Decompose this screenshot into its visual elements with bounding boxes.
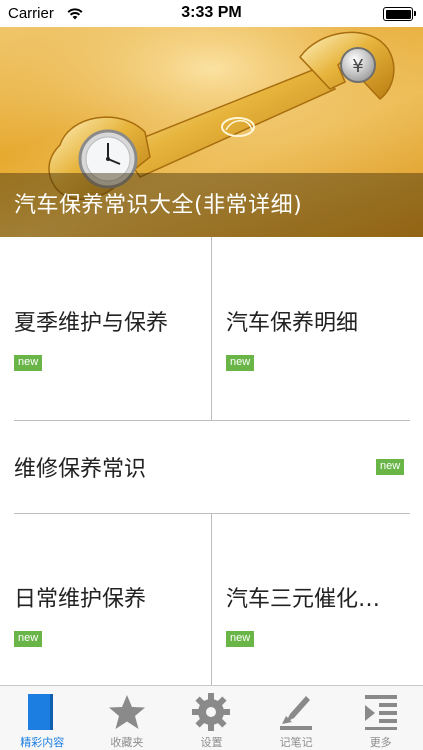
- tab-label: 精彩内容: [20, 736, 65, 749]
- tab-more[interactable]: 更多: [338, 686, 423, 750]
- new-badge: new: [226, 355, 255, 371]
- star-icon: [108, 695, 145, 729]
- card-title: 汽车保养明细: [226, 311, 359, 336]
- card-title: 维修保养常识: [14, 457, 147, 482]
- banner-caption: 汽车保养常识大全(非常详细): [0, 173, 423, 237]
- new-badge: new: [14, 355, 43, 371]
- divider: [211, 237, 212, 420]
- card-maintenance-details[interactable]: 汽车保养明细 new: [212, 237, 423, 420]
- banner-title: 汽车保养常识大全(非常详细): [14, 193, 303, 218]
- card-summer-maintenance[interactable]: 夏季维护与保养 new: [0, 237, 211, 420]
- content-icon: [28, 694, 54, 730]
- new-badge: new: [376, 459, 405, 475]
- card-catalytic-converter[interactable]: 汽车三元催化… new: [212, 514, 423, 685]
- tab-take-notes[interactable]: 记笔记: [254, 686, 339, 750]
- svg-text:¥: ¥: [352, 56, 363, 77]
- divider: [14, 420, 410, 421]
- tab-label: 记笔记: [279, 736, 313, 749]
- card-title: 夏季维护与保养: [14, 311, 169, 336]
- card-title: 汽车三元催化…: [226, 587, 381, 612]
- status-bar: Carrier 3:33 PM: [0, 0, 423, 27]
- featured-banner[interactable]: ¥ 汽车保养常识大全(非常详细): [0, 27, 423, 237]
- tab-label: 收藏夹: [110, 736, 144, 749]
- tab-favorites[interactable]: 收藏夹: [85, 686, 170, 750]
- new-badge: new: [226, 631, 255, 647]
- new-badge: new: [14, 631, 43, 647]
- tab-settings[interactable]: 设置: [169, 686, 254, 750]
- card-repair-knowledge[interactable]: 维修保养常识 new: [0, 421, 423, 513]
- more-icon: [364, 695, 397, 730]
- article-grid: 夏季维护与保养 new 汽车保养明细 new 维修保养常识 new 日常维护保养…: [0, 237, 423, 685]
- card-daily-maintenance[interactable]: 日常维护保养 new: [0, 514, 211, 685]
- note-icon: [280, 696, 313, 730]
- tab-bar: 精彩内容 收藏夹 设置 记笔记 更多: [0, 685, 423, 750]
- gear-icon: [192, 693, 231, 731]
- divider: [211, 514, 212, 685]
- card-title: 日常维护保养: [14, 587, 147, 612]
- tab-label: 设置: [200, 736, 223, 749]
- status-time: 3:33 PM: [181, 4, 242, 21]
- tab-label: 更多: [369, 736, 392, 749]
- tab-featured-content[interactable]: 精彩内容: [0, 686, 85, 750]
- battery-icon: [383, 7, 416, 21]
- divider: [14, 513, 410, 514]
